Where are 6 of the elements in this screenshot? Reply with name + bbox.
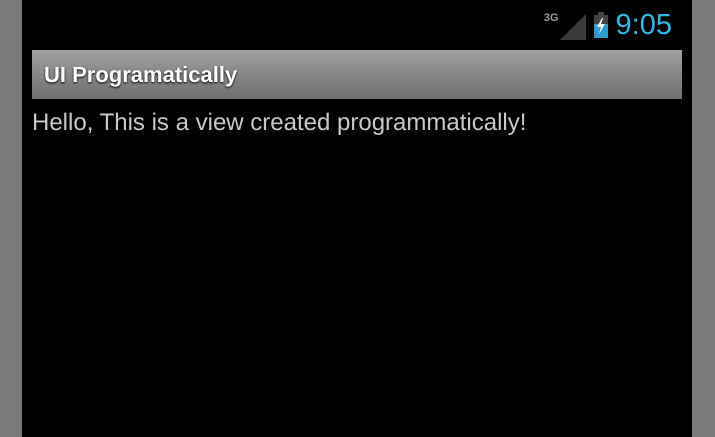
network-label: 3G — [544, 10, 559, 26]
content-text: Hello, This is a view created programmatically! — [32, 108, 528, 138]
signal-icon — [560, 14, 586, 40]
clock-time: 9:05 — [616, 10, 672, 40]
battery-charging-icon — [594, 12, 608, 38]
action-bar-title: UI Programatically — [44, 61, 238, 89]
